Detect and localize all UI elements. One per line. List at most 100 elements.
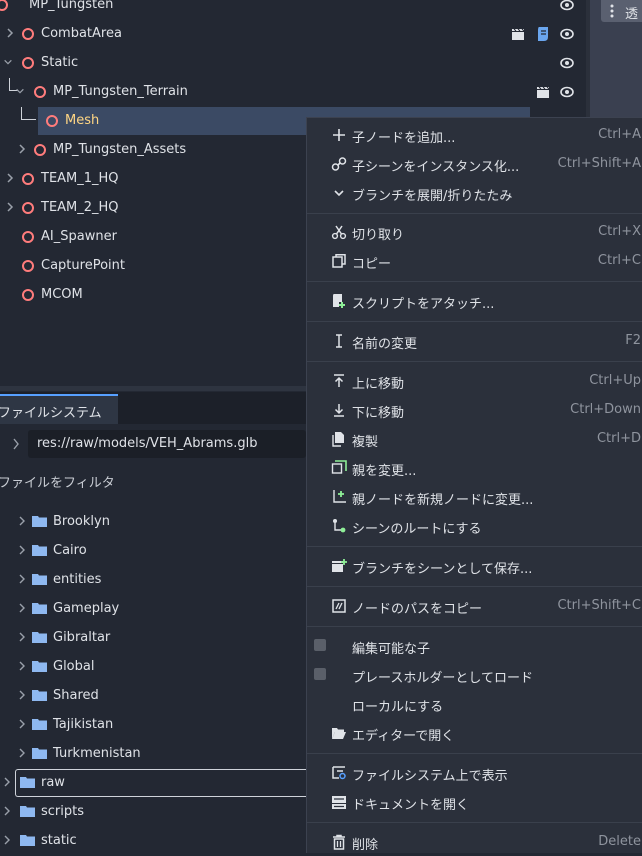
chevron-right-icon[interactable] — [18, 516, 26, 526]
visibility-eye-icon[interactable] — [560, 85, 574, 99]
chevron-right-icon[interactable] — [18, 661, 26, 671]
menu-item-label: 親ノードを新規ノードに変更... — [352, 493, 534, 508]
menu-item-copy[interactable]: コピー Ctrl+C — [307, 247, 642, 275]
folder-row-cairo[interactable]: Cairo — [0, 536, 306, 564]
menu-item-shortcut: F2 — [625, 333, 641, 348]
folder-row-scripts[interactable]: scripts — [0, 797, 306, 825]
path-input[interactable]: res://raw/models/VEH_Abrams.glb — [28, 430, 306, 458]
plus-icon — [333, 129, 345, 141]
menu-item-load-as-placeholder[interactable]: プレースホルダーとしてロード — [307, 661, 642, 689]
menu-item-copy-node-path[interactable]: ノードのパスをコピー Ctrl+Shift+C — [307, 592, 642, 620]
menu-item-shortcut: Delete — [598, 834, 641, 849]
clapperboard-icon[interactable] — [536, 85, 550, 99]
chevron-right-icon[interactable] — [17, 143, 27, 155]
folder-icon — [32, 632, 47, 643]
menu-item-move-down[interactable]: 下に移動 Ctrl+Down — [307, 396, 642, 424]
clapperboard-icon[interactable] — [511, 27, 525, 41]
menu-separator — [307, 361, 642, 362]
folder-row-raw[interactable]: raw — [0, 768, 306, 796]
node-icon — [46, 115, 58, 127]
menu-item-rename[interactable]: 名前の変更 F2 — [307, 327, 642, 355]
visibility-eye-icon[interactable] — [560, 27, 574, 41]
menu-item-save-branch-as-scene[interactable]: ブランチをシーンとして保存... — [307, 552, 642, 580]
menu-item-make-local[interactable]: ローカルにする — [307, 690, 642, 718]
menu-item-reparent[interactable]: 親を変更... — [307, 454, 642, 482]
menu-item-label: 複製 — [352, 435, 379, 450]
script-icon[interactable] — [536, 26, 550, 42]
node-icon — [22, 173, 34, 185]
folder-open-icon — [332, 728, 346, 739]
tree-row-static[interactable]: Static — [0, 49, 586, 77]
menu-item-cut[interactable]: 切り取り Ctrl+X — [307, 218, 642, 246]
menu-item-reparent-to-new-node[interactable]: 親ノードを新規ノードに変更... — [307, 483, 642, 511]
chevron-right-icon[interactable] — [18, 545, 26, 555]
menu-separator — [307, 281, 642, 282]
load-as-placeholder-checkbox[interactable] — [314, 668, 326, 680]
folder-row-global[interactable]: Global — [0, 652, 306, 680]
tree-row-mp-tungsten-terrain[interactable]: MP_Tungsten_Terrain — [0, 78, 586, 106]
menu-item-label: プレースホルダーとしてロード — [352, 671, 533, 686]
menu-item-instantiate-child-scene[interactable]: 子シーンをインスタンス化... Ctrl+Shift+A — [307, 150, 642, 178]
chevron-down-icon[interactable] — [15, 85, 25, 97]
chevron-right-icon[interactable] — [5, 201, 15, 213]
tree-row-label: TEAM_2_HQ — [41, 200, 119, 215]
chevron-right-icon[interactable] — [18, 603, 26, 613]
chevron-down-icon[interactable] — [3, 56, 13, 68]
tree-row-label: MP_Tungsten — [29, 0, 114, 12]
chevron-right-icon[interactable] — [3, 835, 11, 845]
tree-row-label: CombatArea — [41, 26, 122, 41]
node-icon — [0, 0, 8, 11]
chevron-right-icon[interactable] — [18, 719, 26, 729]
tree-row-label: Mesh — [65, 113, 100, 128]
folder-row-turkmenistan[interactable]: Turkmenistan — [0, 739, 306, 767]
menu-item-label: スクリプトをアタッチ... — [352, 297, 495, 312]
folder-label: Gibraltar — [53, 630, 111, 645]
visibility-eye-icon[interactable] — [560, 56, 574, 70]
menu-item-make-scene-root[interactable]: シーンのルートにする — [307, 512, 642, 540]
make-root-icon — [333, 519, 346, 533]
menu-separator — [307, 546, 642, 547]
viewport-toolbar-tab[interactable]: 透 — [601, 0, 642, 22]
menu-item-shortcut: Ctrl+X — [598, 224, 641, 239]
chevron-right-icon[interactable] — [18, 748, 26, 758]
tab-filesystem[interactable]: ファイルシステム — [0, 394, 118, 424]
path-forward-icon[interactable] — [12, 437, 20, 451]
filter-files-input[interactable]: ファイルをフィルタ — [0, 472, 115, 491]
folder-icon — [32, 574, 47, 585]
chevron-right-icon[interactable] — [5, 172, 15, 184]
menu-item-duplicate[interactable]: 複製 Ctrl+D — [307, 425, 642, 453]
menu-item-open-in-editor[interactable]: エディターで開く — [307, 719, 642, 747]
chevron-right-icon[interactable] — [18, 574, 26, 584]
folder-row-gameplay[interactable]: Gameplay — [0, 594, 306, 622]
tree-row-combatarea[interactable]: CombatArea — [0, 20, 586, 48]
reparent-new-icon — [333, 490, 346, 503]
folder-row-gibraltar[interactable]: Gibraltar — [0, 623, 306, 651]
editable-children-checkbox[interactable] — [314, 639, 326, 651]
folder-row-shared[interactable]: Shared — [0, 681, 306, 709]
horizontal-splitter[interactable] — [0, 386, 306, 391]
folder-label: Cairo — [53, 543, 87, 558]
chevron-right-icon[interactable] — [3, 806, 11, 816]
chevron-right-icon[interactable] — [3, 777, 11, 787]
chevron-right-icon[interactable] — [18, 690, 26, 700]
menu-item-shortcut: Ctrl+D — [596, 431, 641, 446]
folder-row-brooklyn[interactable]: Brooklyn — [0, 507, 306, 535]
menu-item-attach-script[interactable]: スクリプトをアタッチ... — [307, 287, 642, 315]
folder-row-static[interactable]: static — [0, 826, 306, 854]
visibility-eye-icon[interactable] — [560, 0, 574, 12]
menu-item-show-in-filesystem[interactable]: ファイルシステム上で表示 — [307, 759, 642, 787]
chevron-right-icon[interactable] — [5, 27, 15, 39]
folder-row-tajikistan[interactable]: Tajikistan — [0, 710, 306, 738]
menu-item-shortcut: Ctrl+Shift+C — [557, 598, 641, 613]
tree-connector — [21, 107, 36, 120]
menu-item-editable-children[interactable]: 編集可能な子 — [307, 632, 642, 660]
duplicate-icon — [332, 432, 344, 447]
menu-item-open-documentation[interactable]: ドキュメントを開く — [307, 788, 642, 816]
menu-item-move-up[interactable]: 上に移動 Ctrl+Up — [307, 367, 642, 395]
tree-row-mp-tungsten[interactable]: MP_Tungsten — [0, 0, 586, 19]
menu-item-expand-collapse-branch[interactable]: ブランチを展開/折りたたみ — [307, 179, 642, 207]
menu-separator — [307, 626, 642, 627]
chevron-right-icon[interactable] — [18, 632, 26, 642]
menu-item-add-child-node[interactable]: 子ノードを追加... Ctrl+A — [307, 121, 642, 149]
folder-row-entities[interactable]: entities — [0, 565, 306, 593]
